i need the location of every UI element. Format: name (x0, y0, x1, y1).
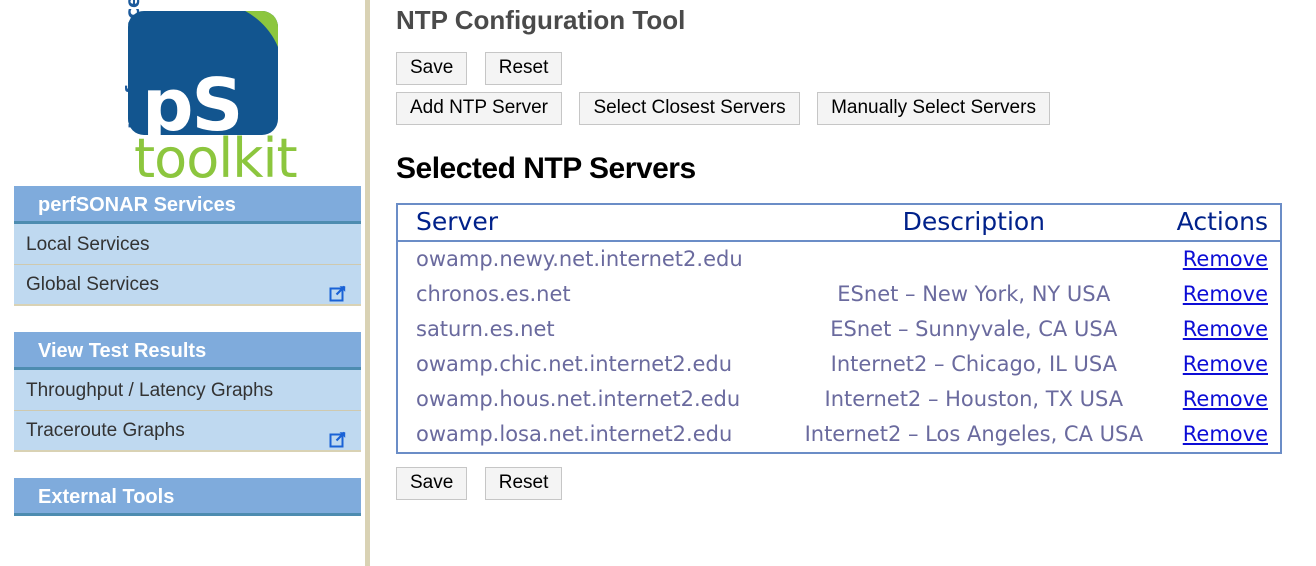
cell-server: owamp.hous.net.internet2.edu (416, 387, 741, 411)
table-row: chronos.es.net ESnet – New York, NY USA … (398, 277, 1280, 312)
cell-server: owamp.losa.net.internet2.edu (416, 422, 733, 446)
cell-description: Internet2 – Los Angeles, CA USA (804, 422, 1144, 446)
cell-actions: Remove (1167, 347, 1280, 382)
sidebar-item-label: Global Services (26, 274, 160, 295)
sidebar: performance pS toolkit perf (0, 0, 370, 566)
cell-description: Internet2 – Chicago, IL USA (830, 352, 1118, 376)
column-header-server: Server (398, 205, 781, 242)
external-link-icon (329, 276, 347, 301)
nav-group-perfsonar-services: perfSONAR Services Local Services Global… (14, 186, 361, 306)
remove-link[interactable]: Remove (1183, 352, 1268, 376)
ntp-servers-table-container: Server Description Actions owamp.newy.ne… (396, 203, 1282, 454)
save-button-bottom[interactable]: Save (396, 467, 468, 500)
table-row: saturn.es.net ESnet – Sunnyvale, CA USA … (398, 312, 1280, 347)
remove-link[interactable]: Remove (1183, 317, 1268, 341)
table-body: owamp.newy.net.internet2.edu Remove chro… (398, 241, 1280, 452)
nav-group-header: View Test Results (14, 332, 361, 370)
logo-ps-mark: pS (128, 11, 278, 135)
sidebar-item-throughput-latency-graphs[interactable]: Throughput / Latency Graphs (14, 370, 361, 411)
toolbar-top-primary: Save Reset (396, 52, 1316, 85)
sidebar-item-global-services[interactable]: Global Services (14, 265, 361, 306)
cell-actions: Remove (1167, 312, 1280, 347)
nav-group-header: perfSONAR Services (14, 186, 361, 224)
toolbar-bottom: Save Reset (396, 467, 1316, 500)
table-row: owamp.chic.net.internet2.edu Internet2 –… (398, 347, 1280, 382)
cell-description: ESnet – New York, NY USA (837, 282, 1111, 306)
remove-link[interactable]: Remove (1183, 247, 1268, 271)
cell-actions: Remove (1167, 277, 1280, 312)
remove-link[interactable]: Remove (1183, 282, 1268, 306)
sidebar-item-traceroute-graphs[interactable]: Traceroute Graphs (14, 411, 361, 452)
cell-server: owamp.newy.net.internet2.edu (416, 247, 743, 271)
table-row: owamp.hous.net.internet2.edu Internet2 –… (398, 382, 1280, 417)
page-title: NTP Configuration Tool (396, 5, 686, 35)
sidebar-item-local-services[interactable]: Local Services (14, 224, 361, 265)
sidebar-item-label: Throughput / Latency Graphs (26, 379, 274, 401)
cell-description: Internet2 – Houston, TX USA (824, 387, 1124, 411)
remove-link[interactable]: Remove (1183, 422, 1268, 446)
sidebar-item-label: Local Services (26, 233, 150, 255)
logo-toolkit-text: toolkit (134, 127, 298, 190)
table-row: owamp.losa.net.internet2.edu Internet2 –… (398, 417, 1280, 452)
remove-link[interactable]: Remove (1183, 387, 1268, 411)
select-closest-servers-button[interactable]: Select Closest Servers (579, 92, 800, 125)
cell-description (781, 241, 1167, 277)
cell-server: owamp.chic.net.internet2.edu (416, 352, 733, 376)
cell-actions: Remove (1167, 382, 1280, 417)
save-button-top[interactable]: Save (396, 52, 468, 85)
reset-button-top[interactable]: Reset (484, 52, 563, 85)
add-ntp-server-button[interactable]: Add NTP Server (396, 92, 562, 125)
cell-server: saturn.es.net (416, 317, 555, 341)
external-link-icon (329, 422, 347, 447)
toolbar-top-secondary: Add NTP Server Select Closest Servers Ma… (396, 92, 1316, 125)
nav-group-external-tools: External Tools (14, 478, 361, 516)
section-title-selected-ntp-servers: Selected NTP Servers (396, 152, 696, 185)
logo-ps-text: pS (142, 63, 243, 135)
manually-select-servers-button[interactable]: Manually Select Servers (817, 92, 1050, 125)
cell-description: ESnet – Sunnyvale, CA USA (830, 317, 1118, 341)
ntp-servers-table: Server Description Actions owamp.newy.ne… (398, 205, 1280, 452)
cell-server: chronos.es.net (416, 282, 571, 306)
cell-actions: Remove (1167, 417, 1280, 452)
nav-group-header: External Tools (14, 478, 361, 516)
brand-logo: performance pS toolkit (0, 0, 365, 186)
table-row: owamp.newy.net.internet2.edu Remove (398, 241, 1280, 277)
table-head: Server Description Actions (398, 205, 1280, 242)
nav-group-view-test-results: View Test Results Throughput / Latency G… (14, 332, 361, 452)
main-content: NTP Configuration Tool Save Reset Add NT… (370, 0, 1316, 566)
sidebar-item-label: Traceroute Graphs (26, 420, 185, 441)
app-root: performance pS toolkit perf (0, 0, 1316, 566)
column-header-actions: Actions (1166, 205, 1280, 242)
cell-actions: Remove (1167, 241, 1280, 277)
reset-button-bottom[interactable]: Reset (484, 467, 563, 500)
column-header-description: Description (781, 205, 1167, 242)
table-header-row: Server Description Actions (398, 205, 1280, 242)
